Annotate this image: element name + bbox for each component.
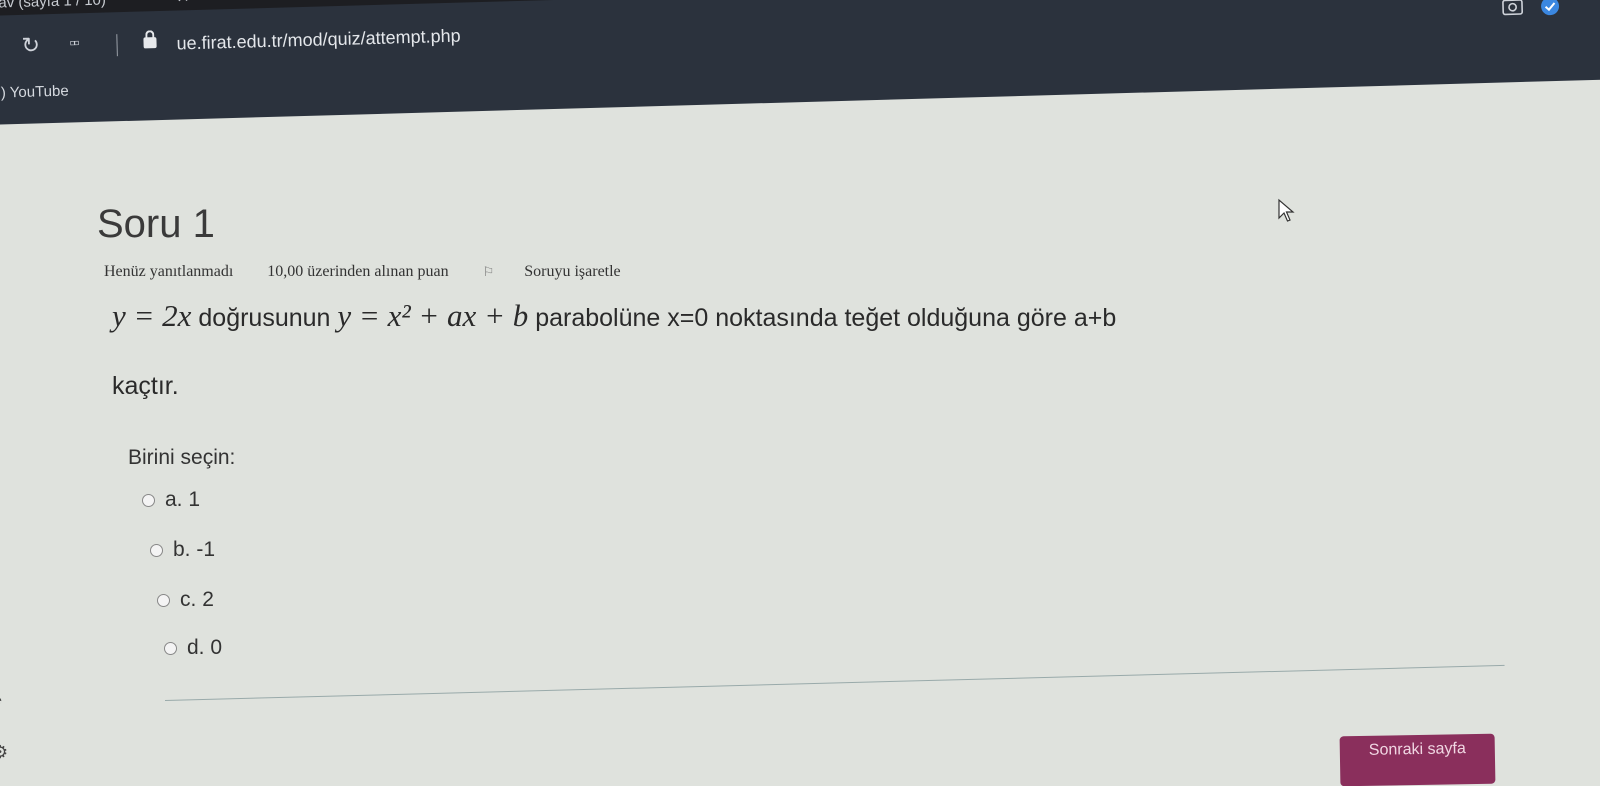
quiz-page: Soru 1 Henüz yanıtlanmadı 10,00 üzerinde…: [0, 0, 1600, 786]
question-text-part: kaçtır.: [112, 372, 179, 400]
radio-button[interactable]: [142, 493, 155, 507]
radio-button[interactable]: [164, 641, 177, 655]
question-points: 10,00 üzerinden alınan puan: [267, 263, 449, 280]
question-text: y = 2x doğrusunun y = x² + ax + b parabo…: [112, 282, 1532, 420]
flag-label: Soruyu işaretle: [524, 263, 621, 280]
option-value: 0: [210, 636, 223, 659]
option-letter: c.: [180, 588, 197, 611]
divider: [165, 664, 1505, 701]
option-value: 2: [202, 588, 214, 611]
option-value: -1: [196, 538, 216, 561]
mouse-cursor-icon: [1278, 198, 1295, 222]
option-letter: b.: [173, 538, 191, 561]
option-value: 1: [188, 488, 201, 511]
select-prompt: Birini seçin:: [128, 446, 236, 469]
option-letter: a.: [165, 488, 183, 511]
math-expression-parabola: y = x² + ax + b: [337, 298, 529, 333]
radio-button[interactable]: [150, 543, 163, 557]
question-info: Henüz yanıtlanmadı 10,00 üzerinden alına…: [104, 263, 681, 281]
question-status: Henüz yanıtlanmadı: [104, 263, 234, 280]
question-title: Soru 1: [97, 202, 215, 246]
question-text-part: doğrusunun: [198, 304, 331, 332]
radio-button[interactable]: [157, 593, 170, 607]
math-expression-line: y = 2x: [112, 298, 192, 333]
flag-question[interactable]: ⚐ Soruyu işaretle: [483, 263, 651, 280]
answer-option-b[interactable]: b. -1: [150, 538, 215, 562]
option-letter: d.: [187, 636, 205, 659]
clock-icon[interactable]: ◔: [0, 690, 3, 711]
gear-icon[interactable]: ⚙: [0, 742, 8, 763]
answer-option-d[interactable]: d. 0: [164, 636, 222, 660]
flag-icon: ⚐: [482, 264, 495, 279]
answer-option-a[interactable]: a. 1: [142, 488, 200, 512]
answer-option-c[interactable]: c. 2: [157, 588, 214, 612]
question-text-part: parabolüne x=0 noktasında teğet olduğuna…: [535, 304, 1117, 332]
next-page-button[interactable]: Sonraki sayfa: [1339, 733, 1496, 786]
